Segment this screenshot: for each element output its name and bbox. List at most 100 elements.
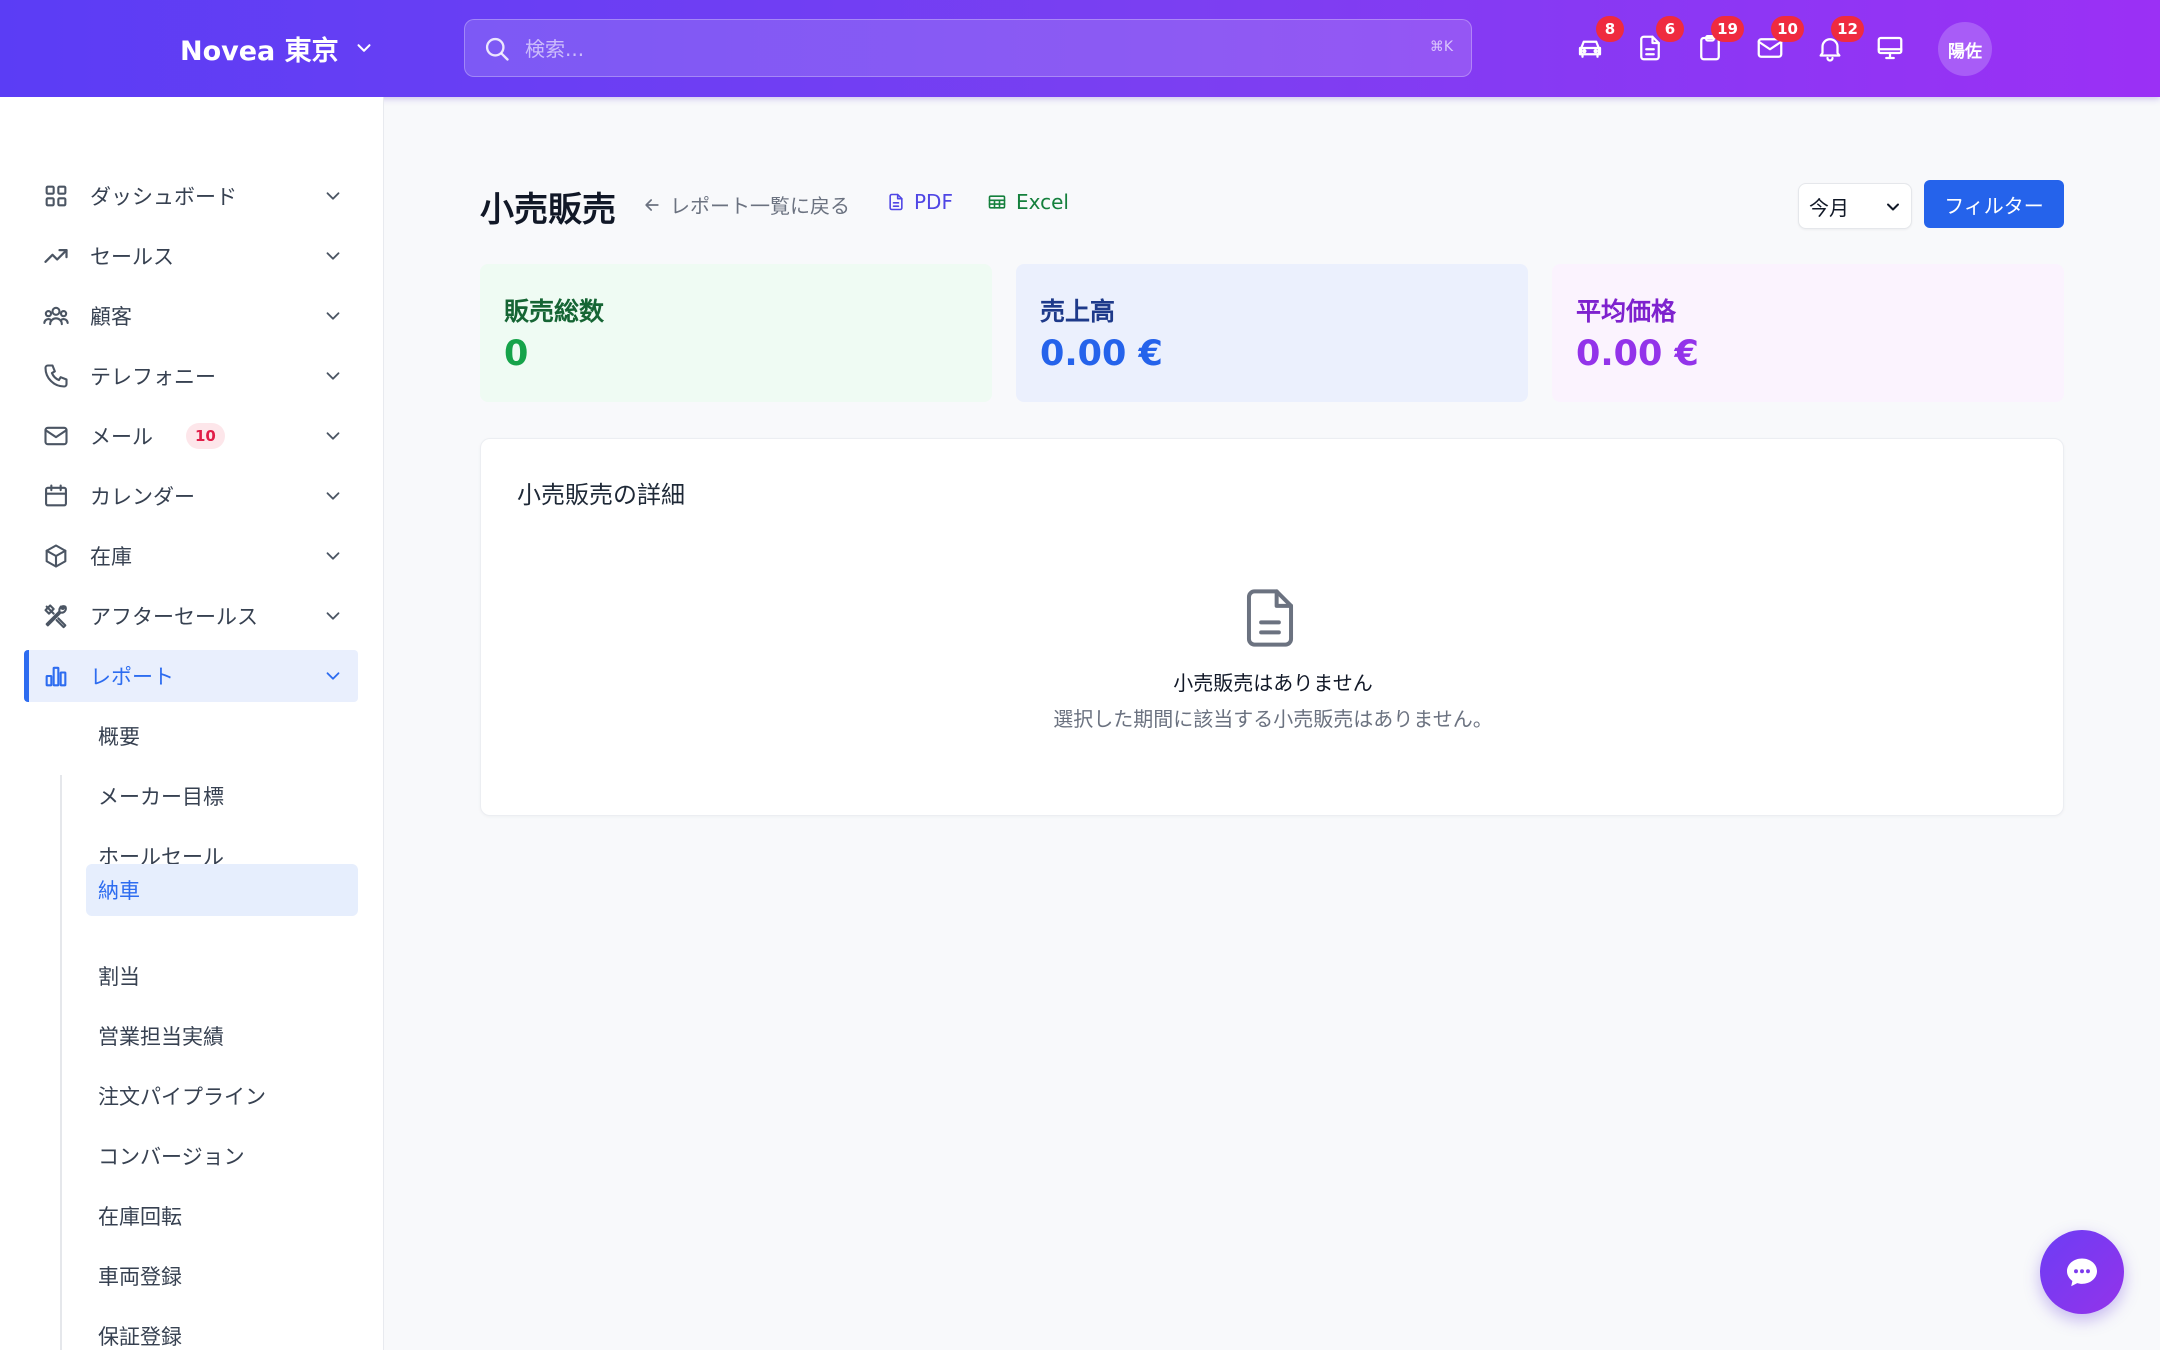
back-link-label: レポート一覧に戻る	[670, 194, 850, 218]
user-avatar[interactable]: 陽佐	[1938, 22, 1992, 76]
document-icon	[889, 193, 903, 211]
chevron-down-icon	[326, 612, 340, 620]
sub-item-deliveries[interactable]: 納車	[86, 864, 358, 916]
chat-bubble-icon	[2067, 1258, 2097, 1287]
top-bar: Novea 東京 ⌘K 8 6 19 10 12 陽佐	[0, 0, 2160, 97]
export-excel-link[interactable]: Excel	[986, 190, 1069, 214]
sub-item-allocation[interactable]: 割当	[86, 950, 358, 1002]
chevron-down-icon	[326, 492, 340, 500]
stat-label: 平均価格	[1576, 297, 1677, 326]
documents-button[interactable]: 6	[1632, 16, 1684, 66]
empty-state-description: 選択した期間に該当する小売販売はありません。	[1053, 707, 1493, 731]
display-button[interactable]	[1872, 30, 1908, 66]
sub-item-vehicle-registration[interactable]: 車両登録	[86, 1250, 358, 1302]
chevron-down-icon	[326, 432, 340, 440]
box-icon	[45, 544, 67, 568]
stat-value: 0.00 €	[1576, 334, 1699, 374]
trend-up-icon	[44, 249, 68, 263]
mail-icon	[44, 426, 68, 446]
stat-label: 売上高	[1040, 297, 1116, 326]
back-to-reports-link[interactable]: レポート一覧に戻る	[642, 190, 850, 219]
search-input[interactable]	[525, 32, 1325, 66]
sidebar-item-label: カレンダー	[90, 485, 195, 509]
chevron-down-icon	[326, 372, 340, 380]
sidebar-item-customers[interactable]: 顧客	[24, 290, 358, 342]
notification-badge: 10	[1771, 16, 1804, 42]
search-icon	[485, 37, 509, 61]
sidebar-item-label: ダッシュボード	[90, 185, 237, 209]
excel-label: Excel	[1016, 190, 1069, 214]
sidebar: ダッシュボード セールス 顧客 テレフォニー メール 10 カレンダー 在庫 ア…	[0, 97, 384, 1350]
stat-value: 0.00 €	[1040, 334, 1163, 374]
sub-item-conversion[interactable]: コンバージョン	[86, 1130, 358, 1182]
notification-badge: 6	[1656, 16, 1684, 42]
stat-total-sales: 販売総数 0	[480, 264, 992, 402]
notification-badge: 8	[1596, 16, 1624, 42]
stat-revenue: 売上高 0.00 €	[1016, 264, 1528, 402]
brand-name: Novea 東京	[180, 35, 339, 67]
chevron-down-icon	[1887, 203, 1899, 211]
chart-icon	[45, 666, 67, 687]
export-pdf-link[interactable]: PDF	[886, 190, 953, 214]
sub-item-sales-performance[interactable]: 営業担当実績	[86, 1010, 358, 1062]
users-icon	[43, 306, 69, 326]
chevron-down-icon	[326, 192, 340, 200]
chevron-down-icon	[326, 312, 340, 320]
grid-icon	[45, 185, 67, 207]
sidebar-item-label: 在庫	[90, 545, 132, 569]
period-value: 今月	[1809, 195, 1849, 220]
sidebar-item-label: 顧客	[90, 305, 132, 329]
retail-sales-detail-card: 小売販売の詳細 小売販売はありません 選択した期間に該当する小売販売はありません…	[480, 438, 2064, 816]
arrow-left-icon	[645, 198, 659, 211]
sub-item-maker-targets[interactable]: メーカー目標	[86, 770, 358, 822]
sidebar-item-reports[interactable]: レポート	[24, 650, 358, 702]
chat-button[interactable]	[2040, 1230, 2124, 1314]
phone-icon	[44, 364, 68, 388]
sub-item-order-pipeline[interactable]: 注文パイプライン	[86, 1070, 358, 1122]
sidebar-item-inventory[interactable]: 在庫	[24, 530, 358, 582]
filter-button[interactable]: フィルター	[1924, 180, 2064, 228]
stat-average-price: 平均価格 0.00 €	[1552, 264, 2064, 402]
sidebar-item-dashboard[interactable]: ダッシュボード	[24, 170, 358, 222]
pdf-label: PDF	[914, 190, 953, 214]
car-button[interactable]: 8	[1572, 16, 1624, 66]
period-select[interactable]: 今月	[1798, 183, 1912, 229]
tasks-button[interactable]: 19	[1692, 16, 1744, 66]
mail-count-badge: 10	[186, 423, 225, 449]
card-title: 小売販売の詳細	[517, 481, 685, 509]
sidebar-item-label: レポート	[90, 665, 174, 689]
chevron-down-icon	[326, 552, 340, 560]
sidebar-item-label: アフターセールス	[90, 605, 258, 629]
empty-document-icon	[1246, 589, 1294, 647]
sub-item-warranty-registration[interactable]: 保証登録	[86, 1310, 358, 1350]
sidebar-item-label: セールス	[90, 245, 174, 269]
submenu-guide-line	[60, 775, 62, 1350]
search-shortcut: ⌘K	[1429, 39, 1453, 55]
sidebar-item-mail[interactable]: メール 10	[24, 410, 358, 462]
notification-badge: 19	[1711, 16, 1744, 42]
sidebar-item-label: テレフォニー	[90, 365, 216, 389]
empty-state-title: 小売販売はありません	[1173, 671, 1373, 695]
notifications-button[interactable]: 12	[1812, 16, 1864, 66]
chevron-down-icon	[326, 252, 340, 260]
monitor-icon	[1877, 36, 1903, 60]
chevron-down-icon	[326, 672, 340, 680]
stat-label: 販売総数	[504, 297, 605, 326]
sidebar-item-sales[interactable]: セールス	[24, 230, 358, 282]
mail-button[interactable]: 10	[1752, 16, 1804, 66]
chevron-down-icon	[357, 44, 371, 52]
tools-icon	[44, 604, 67, 629]
workspace-switcher[interactable]: Novea 東京	[180, 28, 375, 68]
search-bar[interactable]: ⌘K	[464, 19, 1472, 77]
calendar-icon	[45, 484, 67, 507]
sidebar-item-after-sales[interactable]: アフターセールス	[24, 590, 358, 642]
sub-item-stock-turnover[interactable]: 在庫回転	[86, 1190, 358, 1242]
sidebar-item-label: メール	[90, 425, 153, 449]
notification-badge: 12	[1831, 16, 1864, 42]
sidebar-item-calendar[interactable]: カレンダー	[24, 470, 358, 522]
page-title: 小売販売	[480, 190, 616, 230]
sidebar-item-telephony[interactable]: テレフォニー	[24, 350, 358, 402]
spreadsheet-icon	[988, 195, 1006, 209]
stat-value: 0	[504, 334, 529, 374]
sub-item-overview[interactable]: 概要	[86, 710, 358, 762]
